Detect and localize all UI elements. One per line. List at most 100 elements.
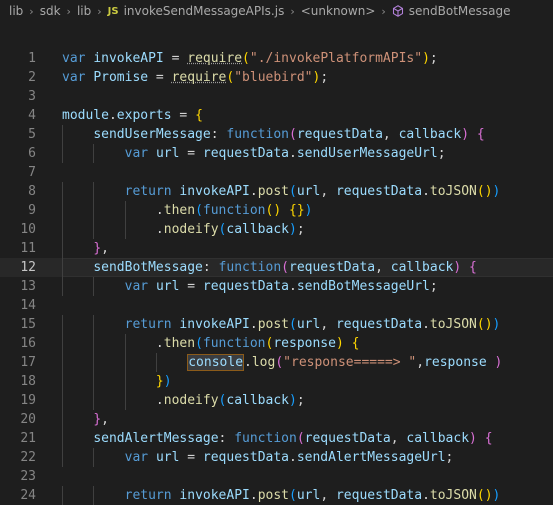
code-token: sendBotMessage (93, 260, 203, 275)
code-token: toJSON (429, 488, 477, 503)
breadcrumb-symbol[interactable]: sendBotMessage (409, 4, 511, 18)
code-token: url (155, 279, 180, 294)
code-token: exports (116, 108, 172, 123)
code-token: () (476, 488, 493, 503)
line-number: 24 (20, 488, 36, 503)
code-token: ( (296, 431, 305, 446)
line-number: 5 (28, 127, 36, 142)
code-token: { (484, 431, 493, 446)
breadcrumb-file[interactable]: invokeSendMessageAPIs.js (124, 4, 285, 18)
chevron-right-icon: › (29, 4, 34, 18)
code-line[interactable]: 2 var Promise = require("bluebird"); (0, 68, 553, 87)
code-line[interactable]: 8 return invokeAPI.post(url, requestData… (0, 182, 553, 201)
line-number: 12 (20, 260, 36, 275)
code-token: : (218, 431, 235, 446)
code-token: "bluebird" (234, 70, 313, 85)
code-text: var url = requestData.sendAlertMessageUr… (62, 448, 454, 467)
code-editor[interactable]: 1 var invokeAPI = require("./invokePlatfo… (0, 49, 553, 505)
code-token: callback (390, 260, 454, 275)
code-token: ) (422, 51, 430, 66)
code-token: requestData (304, 431, 391, 446)
code-token: sendUserMessage (93, 127, 211, 142)
line-number: 9 (28, 203, 36, 218)
line-number: 18 (20, 374, 36, 389)
code-text: }, (62, 239, 109, 258)
code-line[interactable]: 18 }) (0, 372, 553, 391)
code-line[interactable]: 9 .then(function() {}) (0, 201, 553, 220)
code-line[interactable]: 5 sendUserMessage: function(requestData,… (0, 125, 553, 144)
code-line[interactable]: 15 return invokeAPI.post(url, requestDat… (0, 315, 553, 334)
code-line[interactable]: 4 module.exports = { (0, 106, 553, 125)
line-number: 11 (20, 241, 36, 256)
breadcrumb-segment-lib[interactable]: lib (9, 4, 23, 18)
method-cube-icon (392, 5, 403, 17)
code-token: Promise (93, 70, 149, 85)
code-line[interactable]: 12 sendBotMessage: function(requestData,… (0, 258, 553, 277)
code-token: , (320, 184, 336, 199)
code-line[interactable]: 10 .nodeify(callback); (0, 220, 553, 239)
code-line[interactable]: 6 var url = requestData.sendUserMessageU… (0, 144, 553, 163)
code-token: . (108, 108, 117, 123)
breadcrumb-scope[interactable]: <unknown> (301, 4, 376, 18)
javascript-file-icon: JS (107, 5, 119, 17)
code-token: callback (406, 431, 470, 446)
code-token: . (249, 317, 258, 332)
code-token: function (202, 203, 266, 218)
breadcrumb-segment-sdk[interactable]: sdk (40, 4, 61, 18)
code-line[interactable]: 7 (0, 163, 553, 182)
code-token: var (62, 70, 94, 85)
code-token: url (296, 184, 321, 199)
breadcrumb-segment-lib-inner[interactable]: lib (77, 4, 91, 18)
code-line[interactable]: 24 return invokeAPI.post(url, requestDat… (0, 486, 553, 505)
code-token: function (226, 127, 289, 142)
code-token: = (179, 146, 203, 161)
code-line[interactable]: 19 .nodeify(callback); (0, 391, 553, 410)
code-token: post (257, 184, 290, 199)
code-text: return invokeAPI.post(url, requestData.t… (62, 486, 501, 505)
code-line[interactable]: 20 }, (0, 410, 553, 429)
code-token: . (155, 222, 164, 237)
code-token: ( (289, 184, 297, 199)
chevron-right-icon: › (97, 4, 102, 18)
line-number: 22 (20, 450, 36, 465)
code-token: requestData (202, 146, 289, 161)
code-token: return (124, 184, 180, 199)
code-token: ( (281, 260, 289, 275)
line-number: 2 (28, 70, 36, 85)
code-line[interactable]: 1 var invokeAPI = require("./invokePlatfo… (0, 49, 553, 68)
code-line[interactable]: 13 var url = requestData.sendBotMessageU… (0, 277, 553, 296)
code-token: . (155, 203, 164, 218)
code-token: = (171, 108, 196, 123)
line-number: 20 (20, 412, 36, 427)
code-token: post (257, 488, 290, 503)
code-token: ; (320, 70, 329, 85)
code-text: .nodeify(callback); (62, 220, 305, 239)
code-text: sendBotMessage: function(requestData, ca… (62, 258, 477, 277)
code-text: }, (62, 410, 109, 429)
code-line[interactable]: 22 var url = requestData.sendAlertMessag… (0, 448, 553, 467)
code-token: nodeify (163, 222, 219, 237)
code-line[interactable]: 21 sendAlertMessage: function(requestDat… (0, 429, 553, 448)
code-line[interactable]: 23 (0, 467, 553, 486)
breadcrumb: lib › sdk › lib › JS invokeSendMessageAP… (0, 0, 553, 22)
code-line[interactable]: 16 .then(function(response) { (0, 334, 553, 353)
line-number: 1 (28, 51, 36, 66)
code-token: } (155, 374, 164, 389)
code-line[interactable]: 14 (0, 296, 553, 315)
code-token: () (476, 184, 493, 199)
code-token: ; (296, 222, 305, 237)
code-line[interactable]: 11 }, (0, 239, 553, 258)
code-token: return (124, 488, 180, 503)
code-token: var (124, 146, 156, 161)
code-line[interactable]: 3 (0, 87, 553, 106)
code-token: ; (437, 146, 446, 161)
code-token: response (273, 336, 336, 351)
code-token: () (265, 203, 282, 218)
code-token: . (249, 488, 258, 503)
line-number: 7 (28, 165, 36, 180)
code-line[interactable]: 17 console.log("response=====> ",respons… (0, 353, 553, 372)
